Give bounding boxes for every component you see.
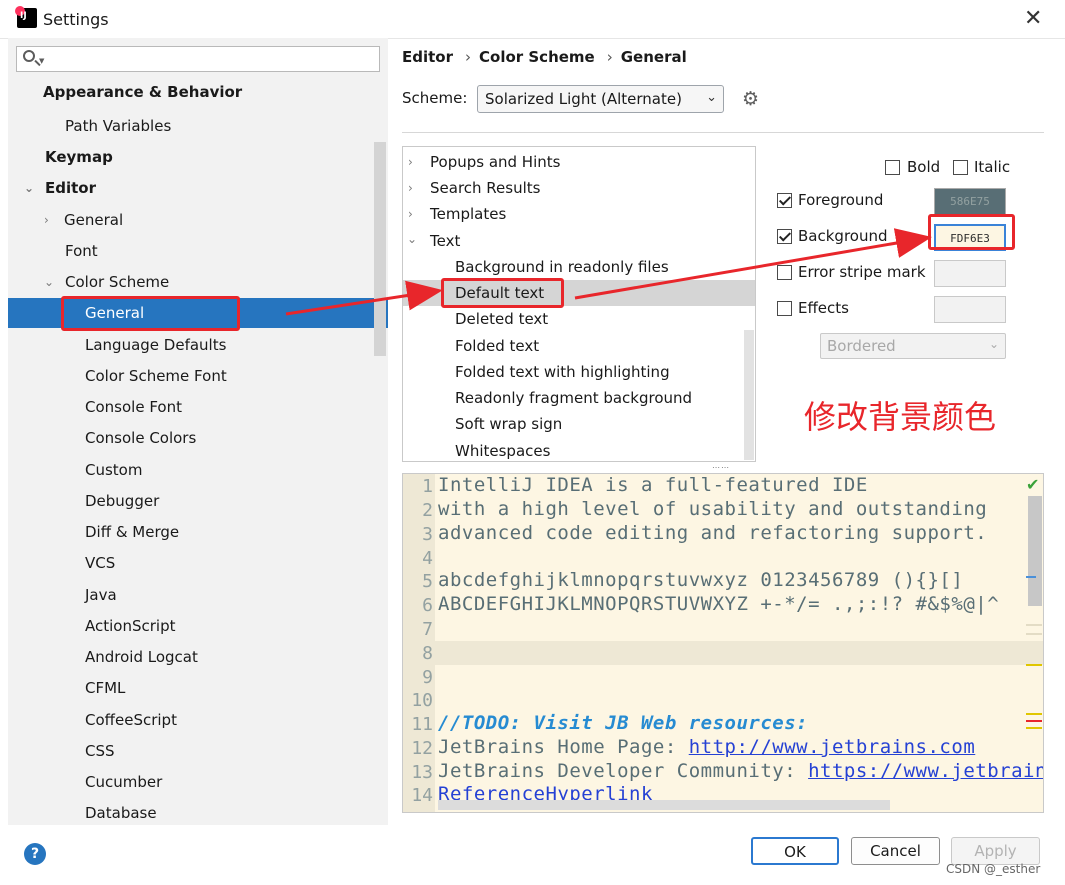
cancel-button[interactable]: Cancel <box>851 837 940 865</box>
watermark: CSDN @_esther <box>946 862 1041 876</box>
help-icon[interactable]: ? <box>24 843 46 865</box>
annotation-arrows <box>285 228 932 316</box>
apply-button[interactable]: Apply <box>951 837 1040 865</box>
arrow-to-default-text <box>285 280 443 316</box>
ok-button[interactable]: OK <box>751 837 839 865</box>
arrow-to-background <box>574 228 932 300</box>
